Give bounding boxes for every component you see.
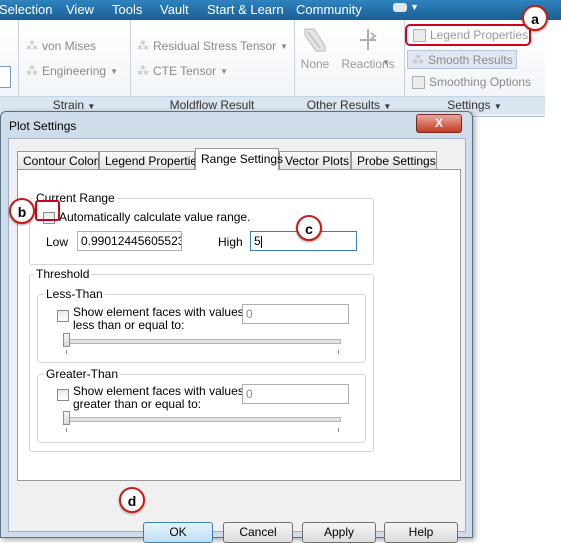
tensor-icon: ⁂ (137, 39, 149, 53)
reactions-button[interactable]: Reactions ▼ (338, 26, 398, 71)
menu-vault[interactable]: Vault (160, 2, 189, 17)
chevron-down-icon[interactable]: ▼ (410, 2, 419, 12)
less-than-label-line2: less than or equal to: (73, 318, 185, 332)
strain-icon: ⁂ (26, 39, 38, 53)
none-icon (304, 28, 326, 52)
von-mises-button[interactable]: ⁂ von Mises (26, 39, 96, 53)
range-settings-panel: Current Range Automatically calculate va… (17, 169, 461, 481)
greater-than-label-line2: greater than or equal to: (73, 397, 202, 411)
dialog-client: Contour Colors Legend Properties Range S… (8, 138, 466, 543)
smooth-results-label: Smooth Results (428, 52, 513, 67)
chevron-down-icon: ▼ (382, 58, 390, 67)
slider-tick (338, 428, 339, 432)
plot-settings-dialog: Plot Settings X Contour Colors Legend Pr… (0, 111, 473, 543)
tensor-icon: ⁂ (137, 64, 149, 78)
less-than-legend: Less-Than (44, 287, 105, 301)
smoothing-options-button[interactable]: Smoothing Options (412, 75, 531, 89)
greater-than-checkbox[interactable] (57, 389, 69, 401)
less-than-value-field[interactable]: 0 (242, 304, 349, 324)
callout-c: c (296, 215, 322, 241)
menu-bar: Selection View Tools Vault Start & Learn… (0, 0, 561, 20)
menu-community[interactable]: Community (296, 2, 362, 17)
chevron-down-icon: ▼ (110, 66, 118, 76)
ribbon-group-settings: Legend Properties ⁂ Smooth Results Smoot… (404, 20, 545, 116)
auto-range-label: Automatically calculate value range. (59, 210, 251, 224)
text-caret (260, 235, 262, 248)
greater-than-value-field[interactable]: 0 (242, 384, 349, 404)
smoothing-options-icon (412, 75, 425, 89)
moldflow-group-label: Moldflow Result (169, 98, 255, 112)
threshold-legend: Threshold (34, 267, 92, 281)
slider-tick (338, 350, 339, 354)
quick-access-icon[interactable] (393, 3, 407, 12)
chevron-down-icon: ▼ (220, 66, 229, 76)
ribbon-group-other-results: None Reactions ▼ Other Results ▼ (294, 20, 405, 116)
greater-than-label: Show element faces with values greater th… (73, 385, 244, 411)
chevron-down-icon: ▼ (280, 41, 289, 51)
von-mises-label: von Mises (42, 39, 97, 53)
cte-tensor-button[interactable]: ⁂ CTE Tensor ▼ (137, 64, 228, 78)
ribbon-group-partial (0, 20, 19, 116)
greater-than-slider-thumb[interactable] (63, 411, 70, 425)
slider-tick (66, 428, 67, 432)
tab-vector-plots[interactable]: Vector Plots (279, 151, 351, 169)
none-button[interactable]: None (298, 26, 332, 71)
close-button[interactable]: X (416, 114, 462, 133)
callout-d: d (119, 487, 145, 513)
greater-than-slider-track[interactable] (63, 417, 341, 422)
menu-tools[interactable]: Tools (112, 2, 142, 17)
strain-icon: ⁂ (26, 64, 38, 78)
smooth-icon: ⁂ (412, 52, 424, 67)
less-than-label: Show element faces with values less than … (73, 306, 244, 332)
legend-icon (413, 28, 426, 42)
smoothing-options-label: Smoothing Options (429, 75, 532, 89)
auto-range-highlight (35, 200, 60, 221)
tab-probe-settings[interactable]: Probe Settings (351, 151, 437, 169)
legend-properties-label: Legend Properties (430, 28, 529, 42)
high-label: High (218, 235, 243, 249)
strain-group-label: Strain (52, 98, 85, 112)
tab-range-settings[interactable]: Range Settings (195, 148, 283, 170)
low-value-field[interactable]: 0.990124456055234 (77, 231, 182, 251)
smooth-results-button[interactable]: ⁂ Smooth Results (407, 50, 517, 69)
dropdown-stub[interactable] (0, 66, 11, 88)
ribbon-group-strain: ⁂ von Mises ⁂ Engineering ▼ Strain ▼ (18, 20, 131, 116)
callout-b: b (9, 198, 35, 224)
none-label: None (300, 57, 330, 71)
greater-than-legend: Greater-Than (44, 367, 121, 381)
tab-legend-properties[interactable]: Legend Properties (99, 151, 203, 169)
tab-contour-colors[interactable]: Contour Colors (17, 151, 104, 169)
engineering-button[interactable]: ⁂ Engineering ▼ (26, 64, 118, 78)
low-label: Low (46, 235, 69, 249)
engineering-label: Engineering (42, 64, 107, 78)
less-than-slider-track[interactable] (63, 339, 341, 344)
menu-view[interactable]: View (66, 2, 94, 17)
menu-selection[interactable]: Selection (0, 2, 52, 17)
other-results-group-label: Other Results (306, 98, 381, 112)
menu-start-learn[interactable]: Start & Learn (207, 2, 284, 17)
greater-than-label-line1: Show element faces with values (73, 384, 244, 398)
less-than-label-line1: Show element faces with values (73, 305, 244, 319)
chevron-down-icon: ▼ (87, 102, 96, 111)
reactions-icon (360, 29, 377, 50)
cte-tensor-label: CTE Tensor (153, 64, 217, 78)
high-value-text: 5 (254, 234, 261, 248)
dialog-title: Plot Settings (9, 119, 77, 133)
callout-a: a (522, 5, 548, 31)
ribbon: ⁂ von Mises ⁂ Engineering ▼ Strain ▼ ⁂ R… (0, 20, 545, 117)
slider-tick (66, 350, 67, 354)
less-than-checkbox[interactable] (57, 310, 69, 322)
legend-properties-button[interactable]: Legend Properties (405, 24, 531, 46)
chevron-down-icon: ▼ (493, 102, 502, 111)
ribbon-group-moldflow: ⁂ Residual Stress Tensor ▼ ⁂ CTE Tensor … (130, 20, 295, 116)
residual-stress-label: Residual Stress Tensor (153, 39, 277, 53)
residual-stress-tensor-button[interactable]: ⁂ Residual Stress Tensor ▼ (137, 39, 288, 53)
chevron-down-icon: ▼ (383, 102, 392, 111)
less-than-slider-thumb[interactable] (63, 333, 70, 347)
settings-group-label: Settings (447, 98, 491, 112)
